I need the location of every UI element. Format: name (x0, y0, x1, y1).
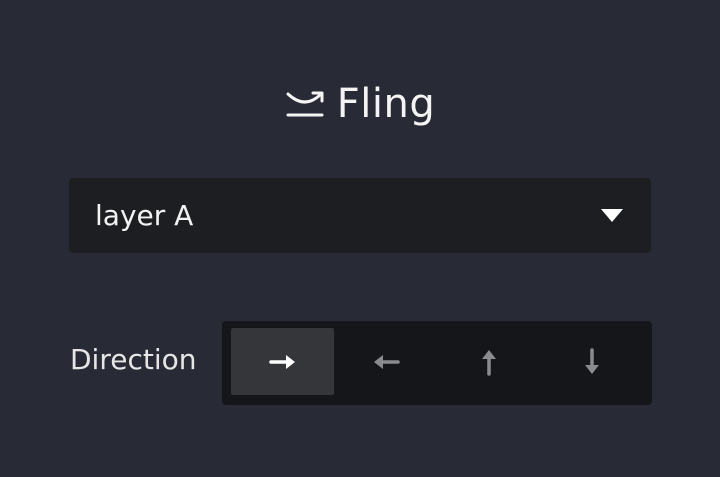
panel-title-text: Fling (336, 81, 436, 127)
direction-up-button[interactable] (438, 328, 541, 395)
direction-segmented-control (222, 321, 652, 405)
direction-down-button[interactable] (541, 328, 644, 395)
arrow-left-icon (373, 354, 400, 369)
caret-down-icon (601, 209, 623, 222)
direction-label: Direction (70, 343, 197, 376)
arrow-right-icon (268, 354, 295, 369)
arrow-down-icon (585, 347, 600, 374)
arrow-up-icon (482, 349, 497, 376)
direction-left-button[interactable] (334, 328, 437, 395)
fling-icon (286, 91, 324, 117)
layer-select[interactable]: layer A (69, 178, 651, 253)
layer-select-value: layer A (95, 199, 194, 232)
direction-right-button[interactable] (231, 328, 335, 395)
panel-title: Fling (0, 76, 720, 132)
